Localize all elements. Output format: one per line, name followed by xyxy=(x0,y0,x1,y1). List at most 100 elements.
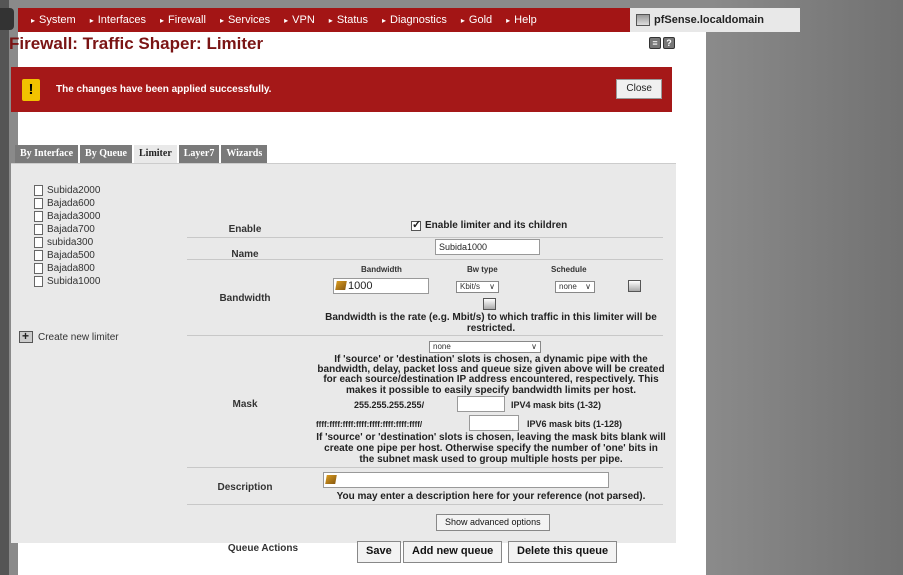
row-divider xyxy=(187,237,663,238)
mask-note-3: the subnet mask used to group multiple h… xyxy=(359,454,623,465)
ipv4-mask-label: IPV4 mask bits (1-32) xyxy=(511,400,602,410)
hostname-text: pfSense.localdomain xyxy=(654,14,765,26)
document-icon xyxy=(34,223,43,235)
shaper-tabs: By Interface By Queue Limiter Layer7 Wiz… xyxy=(15,145,268,163)
nav-arrow-icon: ▸ xyxy=(460,15,465,25)
pencil-icon xyxy=(335,281,347,290)
nav-item-system[interactable]: ▸ System xyxy=(24,14,83,26)
row-divider xyxy=(187,467,663,468)
nav-item-gold[interactable]: ▸ Gold xyxy=(454,14,499,26)
schedule-select[interactable]: none ∨ xyxy=(555,281,595,293)
success-alert: ! The changes have been applied successf… xyxy=(11,67,672,112)
schedule-column-header: Schedule xyxy=(551,265,587,274)
mask-note-1: If 'source' or 'destination' slots is ch… xyxy=(316,432,666,443)
document-icon xyxy=(34,262,43,274)
list-item[interactable]: Bajada800 xyxy=(34,262,100,274)
mask-select[interactable]: none ∨ xyxy=(429,341,541,353)
list-item[interactable]: Bajada3000 xyxy=(34,210,100,222)
bandwidth-label: Bandwidth xyxy=(219,293,271,304)
document-icon xyxy=(34,275,43,287)
row-divider xyxy=(187,259,663,260)
mask-note-2: create one pipe per host. Otherwise spec… xyxy=(324,443,658,454)
description-input[interactable] xyxy=(323,472,609,488)
bwtype-column-header: Bw type xyxy=(467,265,498,274)
add-icon xyxy=(19,329,33,343)
show-advanced-options-button[interactable]: Show advanced options xyxy=(436,514,550,531)
nav-arrow-icon: ▸ xyxy=(328,15,333,25)
close-button[interactable]: Close xyxy=(616,79,662,99)
name-input[interactable]: Subida1000 xyxy=(435,239,540,255)
nav-item-firewall[interactable]: ▸ Firewall xyxy=(153,14,213,26)
nav-item-vpn[interactable]: ▸ VPN xyxy=(277,14,322,26)
enable-checkbox-row: Enable limiter and its children xyxy=(411,218,567,231)
list-item[interactable]: Bajada500 xyxy=(34,249,100,261)
help-icon[interactable]: ? xyxy=(663,37,675,49)
nav-arrow-icon: ▸ xyxy=(31,15,36,25)
ipv6-mask-bits-input[interactable] xyxy=(469,415,519,431)
tab-by-interface[interactable]: By Interface xyxy=(15,145,79,163)
nav-item-interfaces[interactable]: ▸ Interfaces xyxy=(83,14,153,26)
chevron-down-icon: ∨ xyxy=(585,282,591,291)
enable-checkbox[interactable] xyxy=(411,218,421,231)
tab-layer7[interactable]: Layer7 xyxy=(178,145,220,163)
log-icon[interactable]: ≡ xyxy=(649,37,661,49)
nav-item-help[interactable]: ▸ Help xyxy=(499,14,544,26)
description-label: Description xyxy=(217,482,273,493)
tab-by-queue[interactable]: By Queue xyxy=(80,145,132,163)
tab-limiter[interactable]: Limiter xyxy=(134,145,177,163)
nav-arrow-icon: ▸ xyxy=(219,15,224,25)
list-item[interactable]: Bajada700 xyxy=(34,223,100,235)
left-edge-tab xyxy=(0,8,14,30)
description-note: You may enter a description here for you… xyxy=(336,491,646,502)
create-new-limiter-link[interactable]: Create new limiter xyxy=(19,329,119,343)
bandwidth-note-1: Bandwidth is the rate (e.g. Mbit/s) to w… xyxy=(325,312,657,323)
document-icon xyxy=(34,236,43,248)
queue-actions-label: Queue Actions xyxy=(227,543,299,554)
pencil-icon xyxy=(325,475,337,484)
ipv6-prefix: ffff:ffff:ffff:ffff:ffff:ffff:ffff:ffff/ xyxy=(316,420,423,429)
mask-desc-3: for each source/destination IP address e… xyxy=(323,374,659,385)
document-icon xyxy=(34,197,43,209)
document-icon xyxy=(34,210,43,222)
list-item[interactable]: Subida1000 xyxy=(34,275,100,287)
host-computer-icon xyxy=(636,14,650,26)
chevron-down-icon: ∨ xyxy=(531,342,537,351)
nav-item-diagnostics[interactable]: ▸ Diagnostics xyxy=(375,14,454,26)
add-row-icon[interactable] xyxy=(483,298,496,310)
bandwidth-column-header: Bandwidth xyxy=(361,265,402,274)
enable-label: Enable xyxy=(228,224,262,235)
document-icon xyxy=(34,249,43,261)
top-navigation-bar: ▸ System ▸ Interfaces ▸ Firewall ▸ Services … xyxy=(18,8,630,32)
row-divider xyxy=(187,335,663,336)
list-item[interactable]: Bajada600 xyxy=(34,197,100,209)
bwtype-select[interactable]: Kbit/s ∨ xyxy=(456,281,499,293)
document-icon xyxy=(34,184,43,196)
delete-row-icon[interactable] xyxy=(628,280,641,292)
add-new-queue-button[interactable]: Add new queue xyxy=(403,541,503,563)
nav-arrow-icon: ▸ xyxy=(160,15,165,25)
left-window-edge xyxy=(0,0,9,575)
nav-item-status[interactable]: ▸ Status xyxy=(322,14,375,26)
nav-item-services[interactable]: ▸ Services xyxy=(213,14,277,26)
list-item[interactable]: Subida2000 xyxy=(34,184,100,196)
hostname-bar: pfSense.localdomain xyxy=(630,8,800,32)
mask-label: Mask xyxy=(232,399,258,410)
ipv4-mask-bits-input[interactable] xyxy=(457,396,505,412)
right-background-pane xyxy=(706,0,903,575)
help-icons: ≡ ? xyxy=(649,37,675,49)
chevron-down-icon: ∨ xyxy=(489,282,495,291)
nav-arrow-icon: ▸ xyxy=(89,15,94,25)
bandwidth-input[interactable]: 1000 xyxy=(333,278,429,294)
list-item[interactable]: subida300 xyxy=(34,236,100,248)
row-divider xyxy=(187,504,663,505)
delete-queue-button[interactable]: Delete this queue xyxy=(508,541,618,563)
bandwidth-note-2: restricted. xyxy=(466,323,516,334)
nav-arrow-icon: ▸ xyxy=(284,15,289,25)
nav-arrow-icon: ▸ xyxy=(382,15,387,25)
mask-desc-4: makes it possible to easily specify band… xyxy=(345,385,637,396)
alert-message: The changes have been applied successful… xyxy=(56,84,272,95)
tab-wizards[interactable]: Wizards xyxy=(221,145,268,163)
warning-icon: ! xyxy=(22,78,40,101)
save-button[interactable]: Save xyxy=(357,541,401,563)
limiter-list: Subida2000 Bajada600 Bajada3000 Bajada70… xyxy=(34,184,100,288)
